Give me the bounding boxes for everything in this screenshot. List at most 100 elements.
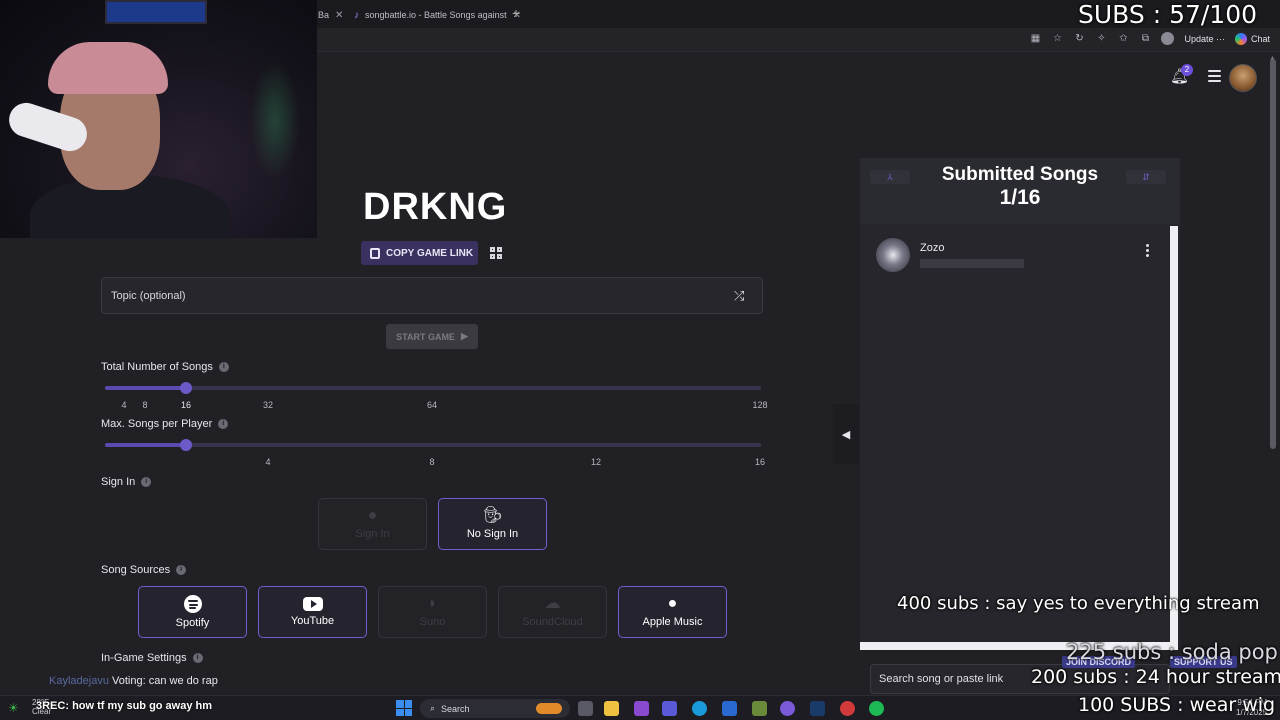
max-songs-label: Max. Songs per Player — [101, 418, 213, 430]
songbattle-favicon-icon: ♪ — [354, 9, 359, 21]
edge-icon[interactable] — [692, 701, 707, 716]
source-soundcloud[interactable]: ☁ SoundCloud — [498, 586, 607, 638]
task-view-icon[interactable] — [578, 701, 593, 716]
notification-badge: 2 — [1181, 64, 1193, 76]
list-item[interactable]: Zozo — [876, 238, 1166, 272]
topic-field[interactable]: ⤮ — [101, 277, 763, 314]
more-options-icon[interactable] — [1146, 244, 1150, 257]
no-sign-in-option[interactable]: 🕵︎ No Sign In — [438, 498, 547, 550]
chat-message: 3REC: how tf my sub go away hm — [36, 700, 212, 712]
copilot-app-icon[interactable] — [634, 701, 649, 716]
tab-previous[interactable]: Ba ✕ — [318, 4, 343, 26]
source-apple-music-label: Apple Music — [642, 616, 703, 628]
windows-start-icon[interactable] — [396, 700, 412, 716]
copy-game-link-button[interactable]: COPY GAME LINK — [361, 241, 478, 265]
submitted-songs-panel: ⅄ ⇵ Submitted Songs 1/16 Zozo — [860, 158, 1180, 650]
song-placeholder-bar — [920, 259, 1024, 268]
incognito-icon: 🕵︎ — [482, 507, 503, 524]
spotify-icon — [183, 595, 202, 613]
collections-icon[interactable]: ⧉ — [1139, 33, 1151, 45]
total-songs-slider[interactable] — [105, 382, 761, 394]
slider-tick-label: 128 — [752, 400, 768, 410]
sign-in-option-label: Sign In — [355, 528, 390, 540]
sign-in-option[interactable]: ● Sign In — [318, 498, 427, 550]
source-spotify[interactable]: Spotify — [138, 586, 247, 638]
submitter-name: Zozo — [920, 242, 945, 254]
store-icon[interactable] — [722, 701, 737, 716]
start-game-button[interactable]: START GAME ▶ — [386, 324, 478, 349]
slider-knob[interactable] — [180, 382, 192, 394]
info-icon[interactable]: i — [141, 477, 152, 487]
max-songs-slider[interactable] — [105, 439, 761, 451]
scrollbar-thumb[interactable] — [1270, 59, 1276, 449]
split-screen-icon[interactable]: ▦ — [1029, 33, 1041, 45]
voting-label: Voting — [112, 675, 143, 687]
chat-message: Kayladejavu Voting: can we do rap — [49, 675, 218, 687]
steam-icon[interactable] — [810, 701, 825, 716]
source-suno[interactable]: ◗ Suno — [378, 586, 487, 638]
user-avatar[interactable] — [1229, 64, 1257, 92]
teams-icon[interactable] — [662, 701, 677, 716]
new-tab-button[interactable]: + — [512, 5, 520, 21]
panel-header: ⅄ ⇵ Submitted Songs 1/16 — [860, 158, 1180, 224]
hamburger-menu-icon[interactable] — [1208, 70, 1221, 82]
spotify-app-icon[interactable] — [869, 701, 884, 716]
source-apple-music[interactable]: ● Apple Music — [618, 586, 727, 638]
panel-scrollbar[interactable] — [1170, 226, 1178, 646]
apple-icon: ● — [667, 595, 678, 612]
slider-tick-label: 64 — [426, 400, 438, 410]
source-youtube-label: YouTube — [290, 615, 335, 627]
max-songs-label-row: Max. Songs per Player i — [101, 418, 229, 430]
qr-code-icon[interactable] — [490, 247, 502, 259]
extensions-icon[interactable]: ✧ — [1095, 33, 1107, 45]
search-highlight-icon — [536, 703, 562, 714]
info-icon[interactable]: i — [176, 565, 187, 575]
app-icon[interactable] — [752, 701, 767, 716]
info-icon[interactable]: i — [218, 362, 229, 372]
close-icon[interactable]: ✕ — [335, 10, 343, 21]
info-icon[interactable]: i — [218, 419, 229, 429]
slider-tick-label: 16 — [754, 457, 766, 467]
slider-tick-label: 12 — [590, 457, 602, 467]
total-songs-label: Total Number of Songs — [101, 361, 213, 373]
slider-tick-label: 16 — [180, 400, 192, 410]
taskbar-search-label: Search — [441, 703, 470, 714]
topic-input[interactable] — [111, 278, 711, 313]
taskbar-search[interactable]: ⌕ Search — [420, 699, 570, 718]
page-scrollbar[interactable]: ▲ — [1268, 55, 1278, 655]
favorite-star-icon[interactable]: ☆ — [1051, 33, 1063, 45]
collapse-panel-button[interactable]: ◀ — [833, 404, 859, 464]
copilot-icon — [1234, 32, 1247, 45]
song-sources-label: Song Sources — [101, 564, 171, 576]
browser-toolbar: ▦ ☆ ↻ ✧ ✩ ⧉ Update ··· Chat — [1029, 32, 1270, 45]
profile-icon[interactable] — [1161, 32, 1175, 45]
sign-in-label: Sign In — [101, 476, 136, 488]
discord-icon[interactable] — [780, 701, 795, 716]
source-youtube[interactable]: YouTube — [258, 586, 367, 638]
source-suno-label: Suno — [419, 616, 446, 628]
play-icon: ▶ — [460, 331, 468, 341]
slider-knob[interactable] — [180, 439, 192, 451]
submitted-count: 1/16 — [999, 186, 1041, 209]
no-sign-in-option-label: No Sign In — [466, 528, 519, 540]
copy-icon — [370, 247, 380, 259]
tab-songbattle[interactable]: ♪ songbattle.io - Battle Songs against ✕ — [354, 4, 521, 26]
shuffle-icon[interactable]: ⤮ — [734, 288, 744, 304]
slider-fill — [105, 386, 186, 390]
info-icon[interactable]: i — [192, 653, 203, 663]
user-icon: ● — [367, 507, 378, 524]
subs-goal-overlay: SUBS : 57/100 — [1078, 0, 1258, 29]
update-button[interactable]: Update ··· — [1184, 34, 1225, 44]
streamer-cap — [48, 42, 168, 94]
copilot-chat-button[interactable]: Chat — [1234, 32, 1270, 45]
game-title: DRKNG — [363, 186, 508, 228]
search-song-input[interactable] — [879, 665, 1049, 693]
slider-tick-label: 32 — [262, 400, 274, 410]
slider-tick-label: 4 — [121, 400, 127, 410]
youtube-icon — [302, 597, 323, 611]
refresh-icon[interactable]: ↻ — [1073, 33, 1085, 45]
chat-label: Chat — [1250, 33, 1270, 44]
file-explorer-icon[interactable] — [604, 701, 619, 716]
favorites-icon[interactable]: ✩ — [1117, 33, 1129, 45]
obs-icon[interactable] — [840, 701, 855, 716]
